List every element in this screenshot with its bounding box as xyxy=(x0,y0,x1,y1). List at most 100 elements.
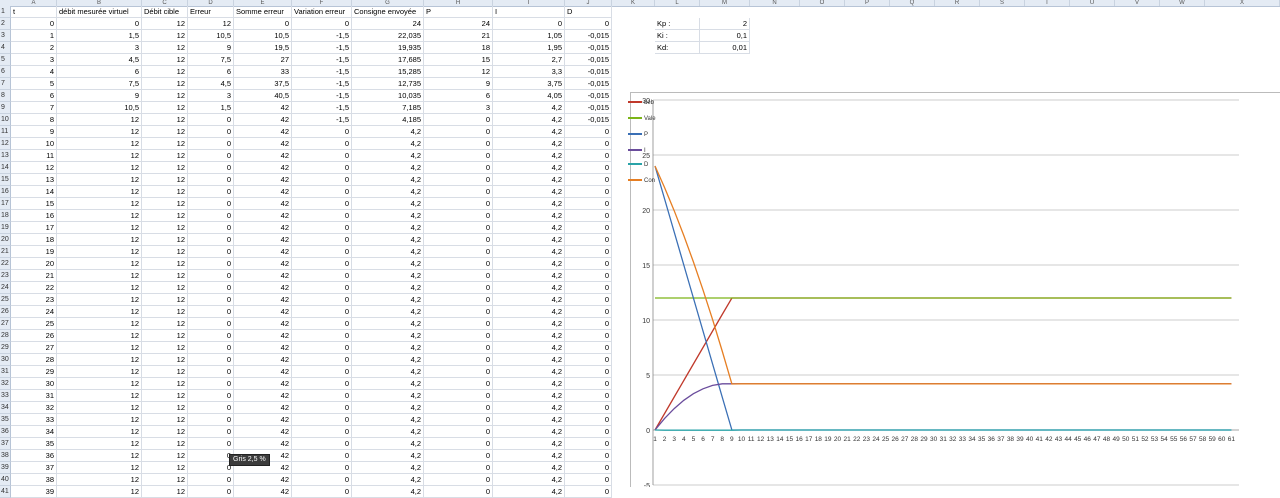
row-header[interactable]: 20 xyxy=(0,234,11,246)
data-cell[interactable]: 4,5 xyxy=(57,54,142,66)
data-cell[interactable]: 12 xyxy=(57,486,142,498)
header-cell[interactable]: Variation erreur xyxy=(292,6,352,18)
data-cell[interactable]: 0 xyxy=(424,486,493,498)
data-cell[interactable]: 39 xyxy=(11,486,57,498)
data-cell[interactable]: 0 xyxy=(188,294,234,306)
data-cell[interactable]: 22 xyxy=(11,282,57,294)
data-cell[interactable]: 31 xyxy=(11,390,57,402)
data-cell[interactable]: 27 xyxy=(11,342,57,354)
data-cell[interactable]: 27 xyxy=(234,54,292,66)
data-cell[interactable]: 15,285 xyxy=(352,66,424,78)
column-header-l[interactable]: L xyxy=(655,0,700,6)
data-cell[interactable]: 0 xyxy=(565,294,612,306)
column-header-o[interactable]: O xyxy=(800,0,845,6)
data-cell[interactable]: 0 xyxy=(292,378,352,390)
data-cell[interactable]: 11 xyxy=(11,150,57,162)
data-cell[interactable]: 0 xyxy=(424,198,493,210)
data-cell[interactable]: 12 xyxy=(142,102,188,114)
data-cell[interactable]: 12 xyxy=(142,210,188,222)
data-cell[interactable]: 12 xyxy=(142,42,188,54)
row-header[interactable]: 31 xyxy=(0,366,11,378)
data-cell[interactable]: 4,2 xyxy=(493,186,565,198)
data-cell[interactable]: 0 xyxy=(11,18,57,30)
data-cell[interactable]: 4,2 xyxy=(493,354,565,366)
data-cell[interactable]: 42 xyxy=(234,174,292,186)
data-cell[interactable]: -1,5 xyxy=(292,114,352,126)
row-header[interactable]: 19 xyxy=(0,222,11,234)
data-cell[interactable]: 4,2 xyxy=(493,114,565,126)
data-cell[interactable]: 12 xyxy=(57,282,142,294)
data-cell[interactable]: 3,3 xyxy=(493,66,565,78)
data-cell[interactable]: 0 xyxy=(424,246,493,258)
param-value[interactable]: 0,1 xyxy=(700,30,750,42)
data-cell[interactable]: 0 xyxy=(565,402,612,414)
data-cell[interactable]: 42 xyxy=(234,210,292,222)
data-cell[interactable]: 12 xyxy=(142,462,188,474)
data-cell[interactable]: 9 xyxy=(188,42,234,54)
data-cell[interactable]: 9 xyxy=(57,90,142,102)
data-cell[interactable]: 4,2 xyxy=(352,366,424,378)
column-header-v[interactable]: V xyxy=(1115,0,1160,6)
column-header-r[interactable]: R xyxy=(935,0,980,6)
data-cell[interactable]: 0 xyxy=(292,270,352,282)
data-cell[interactable]: 42 xyxy=(234,330,292,342)
row-header[interactable]: 14 xyxy=(0,162,11,174)
data-cell[interactable]: 32 xyxy=(11,402,57,414)
data-cell[interactable]: 0 xyxy=(188,330,234,342)
data-cell[interactable]: 4,2 xyxy=(352,486,424,498)
data-cell[interactable]: 0 xyxy=(565,234,612,246)
data-cell[interactable]: 0 xyxy=(292,234,352,246)
data-cell[interactable]: 4,2 xyxy=(493,462,565,474)
header-cell[interactable]: Somme erreur xyxy=(234,6,292,18)
data-cell[interactable]: 12 xyxy=(57,366,142,378)
data-cell[interactable]: 0 xyxy=(424,390,493,402)
column-header-x[interactable]: X xyxy=(1205,0,1280,6)
data-cell[interactable]: 12 xyxy=(57,414,142,426)
data-cell[interactable]: 0 xyxy=(565,210,612,222)
data-cell[interactable]: 0 xyxy=(565,150,612,162)
data-cell[interactable]: 0 xyxy=(292,450,352,462)
data-cell[interactable]: 0 xyxy=(565,342,612,354)
data-cell[interactable]: 33 xyxy=(234,66,292,78)
data-cell[interactable]: 4,2 xyxy=(352,474,424,486)
data-cell[interactable]: 0 xyxy=(424,138,493,150)
data-cell[interactable]: 0 xyxy=(292,438,352,450)
data-cell[interactable]: -1,5 xyxy=(292,42,352,54)
data-cell[interactable]: 24 xyxy=(11,306,57,318)
data-cell[interactable]: 0 xyxy=(188,246,234,258)
data-cell[interactable]: 42 xyxy=(234,138,292,150)
row-header[interactable]: 7 xyxy=(0,78,11,90)
data-cell[interactable]: 6 xyxy=(188,66,234,78)
row-header[interactable]: 28 xyxy=(0,330,11,342)
data-cell[interactable]: 0 xyxy=(292,18,352,30)
data-cell[interactable]: 12 xyxy=(57,330,142,342)
data-cell[interactable]: 12 xyxy=(142,186,188,198)
data-cell[interactable]: 0 xyxy=(424,342,493,354)
data-cell[interactable]: 12 xyxy=(142,66,188,78)
data-cell[interactable]: 0 xyxy=(188,222,234,234)
data-cell[interactable]: 12 xyxy=(142,282,188,294)
row-header[interactable]: 35 xyxy=(0,414,11,426)
data-cell[interactable]: 19 xyxy=(11,246,57,258)
data-cell[interactable]: 0 xyxy=(565,366,612,378)
data-cell[interactable]: 42 xyxy=(234,270,292,282)
data-cell[interactable]: 4,2 xyxy=(352,330,424,342)
data-cell[interactable]: 17 xyxy=(11,222,57,234)
data-cell[interactable]: 19,935 xyxy=(352,42,424,54)
data-cell[interactable]: 12 xyxy=(57,270,142,282)
data-cell[interactable]: 12 xyxy=(142,150,188,162)
data-cell[interactable]: 30 xyxy=(11,378,57,390)
data-cell[interactable]: 0 xyxy=(565,246,612,258)
data-cell[interactable]: 0 xyxy=(565,354,612,366)
data-cell[interactable]: 12 xyxy=(57,234,142,246)
data-cell[interactable]: 25 xyxy=(11,318,57,330)
param-value[interactable]: 2 xyxy=(700,18,750,30)
header-cell[interactable]: t xyxy=(11,6,57,18)
data-cell[interactable]: 12 xyxy=(142,294,188,306)
data-cell[interactable]: 0 xyxy=(188,210,234,222)
data-cell[interactable]: 13 xyxy=(11,174,57,186)
data-cell[interactable]: 0 xyxy=(188,186,234,198)
data-cell[interactable]: 12 xyxy=(142,390,188,402)
data-cell[interactable]: 4,185 xyxy=(352,114,424,126)
data-cell[interactable]: 4,2 xyxy=(352,234,424,246)
